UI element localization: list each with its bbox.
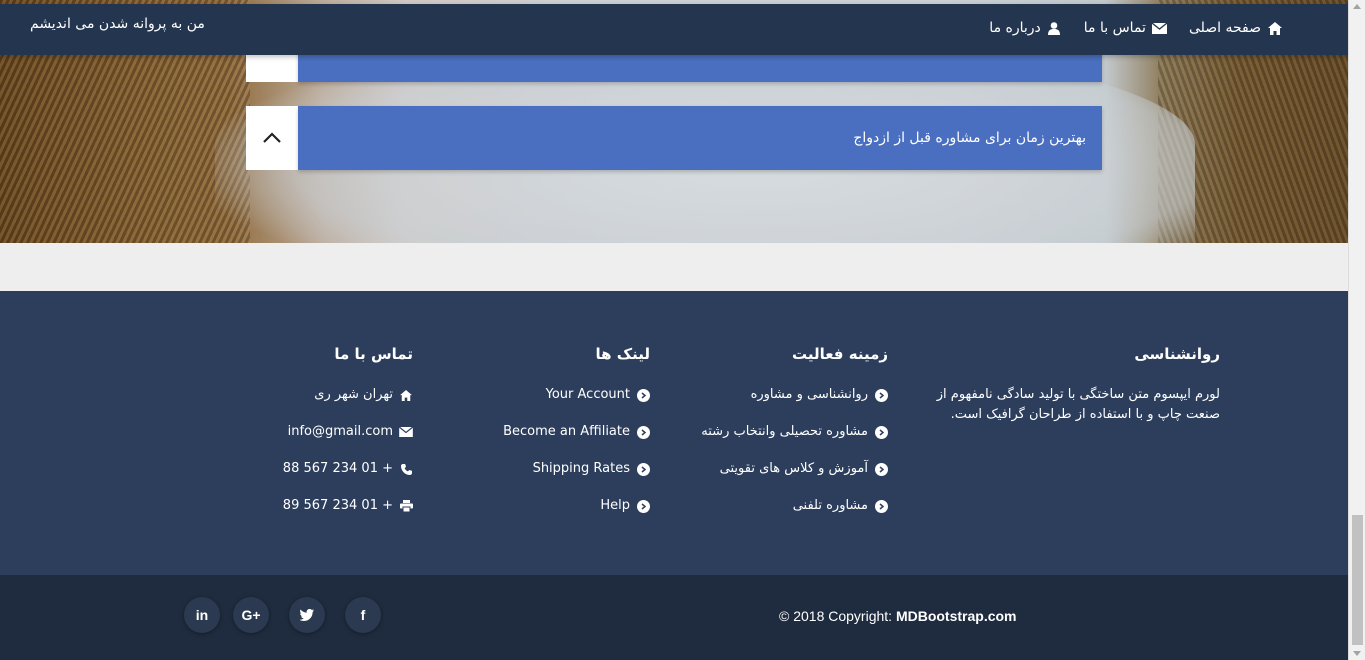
chevron-circle-icon (636, 422, 650, 442)
home-icon (399, 385, 413, 405)
footer-services: زمینه فعالیت روانشناسی و مشاوره مشاوره ت… (688, 345, 888, 533)
chevron-circle-icon (874, 385, 888, 405)
facebook-icon[interactable]: f (345, 597, 381, 633)
footer-link-label: Become an Affiliate (503, 424, 630, 439)
chevron-circle-icon (874, 459, 888, 479)
nav-link-label: درباره ما (989, 20, 1041, 36)
footer-service-label: مشاوره تحصیلی وانتخاب رشته (701, 424, 868, 439)
contact-fax: + 01 234 567 89 (213, 496, 413, 516)
footer-link[interactable]: Shipping Rates (450, 459, 650, 479)
scroll-up-icon[interactable] (1353, 4, 1361, 9)
footer-service-label: روانشناسی و مشاوره (750, 387, 868, 402)
chevron-circle-icon (636, 459, 650, 479)
home-icon (1267, 21, 1282, 36)
accordion-item[interactable]: بهترین زمان برای مشاوره قبل از ازدواج (246, 106, 1102, 170)
footer-link[interactable]: Become an Affiliate (450, 422, 650, 442)
contact-phone[interactable]: + 01 234 567 88 (213, 459, 413, 479)
google-plus-icon[interactable]: G+ (233, 597, 269, 633)
contact-phone-text: + 01 234 567 88 (282, 461, 393, 476)
chevron-circle-icon (636, 385, 650, 405)
footer-services-title: زمینه فعالیت (791, 345, 888, 363)
footer-about-text: لورم ایپسوم متن ساختگی با تولید سادگی نا… (936, 387, 1220, 422)
nav-link-about[interactable]: درباره ما (989, 20, 1061, 36)
nav-links: صفحه اصلی تماس با ما درباره ما (989, 20, 1282, 36)
footer-links-title: لینک ها (595, 345, 651, 363)
footer-links: لینک ها Your Account Become an Affiliate… (450, 345, 650, 533)
footer-about: روانشناسی لورم ایپسوم متن ساختگی با تولی… (930, 345, 1220, 425)
footer-link-label: Help (600, 498, 630, 513)
nav-link-label: تماس با ما (1083, 20, 1146, 36)
copyright-text: © 2018 Copyright: MDBootstrap.com (779, 608, 1017, 624)
footer-link-label: Shipping Rates (532, 461, 630, 476)
scrollbar-thumb[interactable] (1352, 515, 1363, 645)
footer-service-link[interactable]: آموزش و کلاس های تقویتی (688, 459, 888, 479)
footer-service-link[interactable]: مشاوره تلفنی (688, 496, 888, 516)
navbar: من به پروانه شدن می اندیشم صفحه اصلی تما… (0, 4, 1348, 55)
nav-link-label: صفحه اصلی (1188, 20, 1261, 36)
copyright-bar: © 2018 Copyright: MDBootstrap.com f G+ i… (0, 575, 1348, 660)
accordion-toggle[interactable] (246, 106, 298, 170)
phone-icon (399, 459, 413, 479)
nav-link-home[interactable]: صفحه اصلی (1189, 20, 1282, 36)
scroll-down-icon[interactable] (1353, 651, 1361, 656)
linkedin-icon[interactable]: in (184, 597, 220, 633)
page: بهترین زمان برای مشاوره قبل از ازدواج من… (0, 0, 1365, 660)
print-icon (399, 496, 413, 516)
copyright-prefix: © 2018 Copyright: (779, 608, 893, 624)
envelope-icon (1151, 21, 1167, 36)
contact-fax-text: + 01 234 567 89 (282, 498, 393, 513)
footer-link-label: Your Account (545, 387, 630, 402)
chevron-up-icon (263, 132, 281, 143)
footer-contact: تماس با ما تهران شهر ری info@gmail.com +… (213, 345, 413, 533)
footer-link[interactable]: Help (450, 496, 650, 516)
contact-email-text: info@gmail.com (287, 424, 393, 439)
navbar-brand[interactable]: من به پروانه شدن می اندیشم (30, 16, 205, 32)
accordion-title[interactable]: بهترین زمان برای مشاوره قبل از ازدواج (298, 106, 1102, 170)
footer-service-label: آموزش و کلاس های تقویتی (719, 461, 868, 476)
chevron-circle-icon (636, 496, 650, 516)
twitter-icon[interactable] (289, 597, 325, 633)
scrollbar[interactable] (1348, 0, 1365, 660)
footer-about-title: روانشناسی (1134, 345, 1220, 363)
nav-link-contact[interactable]: تماس با ما (1084, 20, 1167, 36)
footer: روانشناسی لورم ایپسوم متن ساختگی با تولی… (0, 291, 1348, 575)
contact-email[interactable]: info@gmail.com (213, 422, 413, 442)
footer-contact-title: تماس با ما (334, 345, 413, 363)
envelope-icon (399, 422, 413, 442)
chevron-circle-icon (874, 496, 888, 516)
footer-service-link[interactable]: مشاوره تحصیلی وانتخاب رشته (688, 422, 888, 442)
chevron-circle-icon (874, 422, 888, 442)
contact-address-text: تهران شهر ری (314, 387, 393, 402)
contact-address: تهران شهر ری (213, 385, 413, 405)
footer-service-label: مشاوره تلفنی (792, 498, 868, 513)
user-icon (1047, 21, 1062, 36)
footer-service-link[interactable]: روانشناسی و مشاوره (688, 385, 888, 405)
footer-link[interactable]: Your Account (450, 385, 650, 405)
copyright-link[interactable]: MDBootstrap.com (896, 608, 1017, 624)
